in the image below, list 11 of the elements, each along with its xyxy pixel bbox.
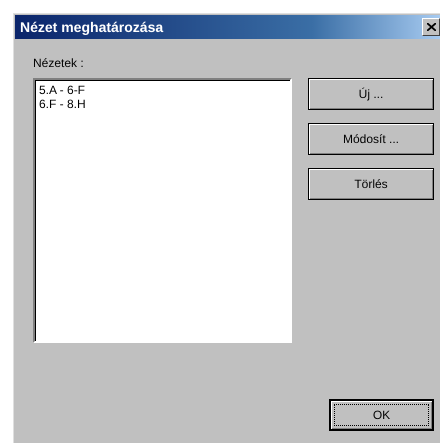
dialog-button[interactable]: Törlés <box>308 168 434 200</box>
dialog-button[interactable]: Új ... <box>308 78 434 110</box>
views-list[interactable]: 5.A - 6-F 6.F - 8.H <box>33 78 292 343</box>
list-item[interactable]: 6.F - 8.H <box>38 97 287 111</box>
close-icon <box>426 23 436 31</box>
list-item[interactable]: 5.A - 6-F <box>38 83 287 97</box>
window-title: Nézet meghatározása <box>20 19 164 35</box>
close-button[interactable] <box>422 18 440 36</box>
views-label: Nézetek : <box>33 56 85 70</box>
dialog-button[interactable]: Módosít ... <box>308 123 434 155</box>
ok-button[interactable]: OK <box>329 399 434 431</box>
